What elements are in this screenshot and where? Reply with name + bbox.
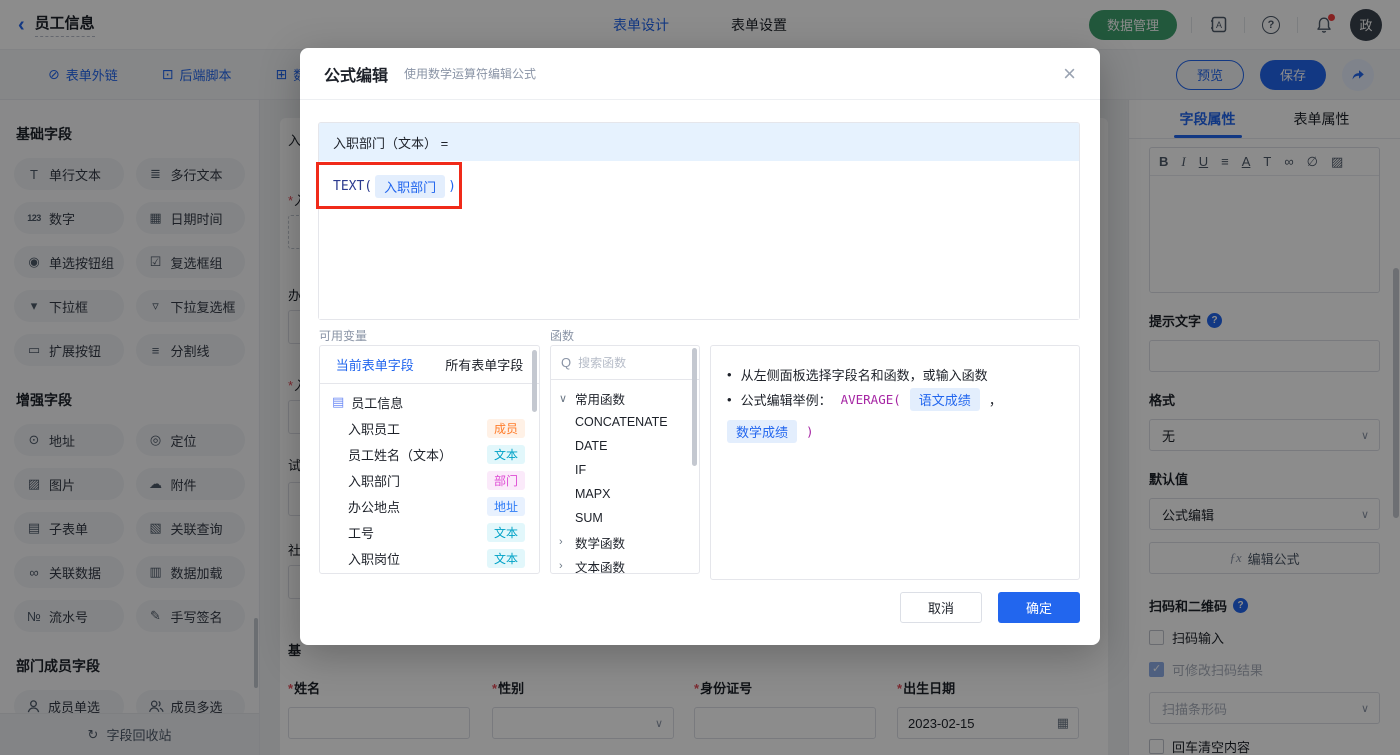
formula-target: 入职部门（文本） =	[319, 123, 1079, 161]
field-type-tag: 文本	[486, 522, 525, 542]
functions-label: 函数	[550, 329, 575, 343]
tip-example-prefix: 公式编辑举例：	[740, 393, 832, 408]
tip-example-comma: ，	[988, 393, 1002, 408]
formula-close-paren: )	[448, 179, 456, 194]
tip-example-chip: 数学成绩	[727, 420, 798, 443]
function-item[interactable]: SUM	[551, 506, 699, 530]
field-type-tag: 文本	[486, 444, 525, 464]
chevron-down-icon: ∨	[559, 392, 568, 405]
formula-tips: • 从左侧面板选择字段名和函数，或输入函数 • 公式编辑举例： AVERAGE(…	[710, 345, 1080, 580]
cancel-button[interactable]: 取消	[900, 592, 982, 623]
functions-scrollbar[interactable]	[692, 348, 697, 466]
function-group-common[interactable]: ∨ 常用函数	[551, 386, 699, 410]
variable-row[interactable]: 入职岗位 文本	[320, 545, 539, 571]
bullet: •	[727, 392, 732, 407]
app-window: ‹ 员工信息 表单设计 表单设置 数据管理 A ? 政 ⊘ 表单外链 ⊡ 后端脚…	[0, 0, 1400, 755]
field-type-tag: 文本	[486, 548, 525, 568]
function-item[interactable]: CONCATENATE	[551, 410, 699, 434]
function-item[interactable]: DATE	[551, 434, 699, 458]
variable-row[interactable]: 办公地点 地址	[320, 493, 539, 519]
function-item[interactable]: MAPX	[551, 482, 699, 506]
tip-example-chip: 语文成绩	[909, 388, 980, 411]
variable-row[interactable]: 工号 文本	[320, 519, 539, 545]
tip-example-function: AVERAGE(	[840, 392, 901, 407]
function-group-text[interactable]: › 文本函数	[551, 554, 699, 573]
modal-subtitle: 使用数学运算符编辑公式	[404, 67, 537, 81]
chevron-right-icon: ›	[559, 560, 563, 572]
formula-field-chip[interactable]: 入职部门	[375, 175, 446, 198]
formula-editor-modal: 公式编辑 使用数学运算符编辑公式 × 入职部门（文本） = TEXT( 入职部门…	[300, 48, 1100, 645]
tab-all-form-fields[interactable]: 所有表单字段	[430, 346, 540, 383]
functions-panel: Q ∨ 常用函数 CONCATENATE DATE IF MAPX SUM › …	[550, 345, 700, 574]
function-search[interactable]: Q	[551, 346, 699, 380]
formula-editor-box: 入职部门（文本） = TEXT( 入职部门 )	[318, 122, 1080, 320]
field-type-tag: 成员	[486, 418, 525, 438]
variables-label: 可用变量	[319, 329, 368, 343]
variable-row[interactable]: 入职员工 成员	[320, 415, 539, 441]
field-type-tag: 部门	[486, 470, 525, 490]
form-tree-root[interactable]: ▤ 员工信息	[320, 389, 539, 415]
variable-row[interactable]: 员工姓名（文本） 文本	[320, 441, 539, 467]
formula-input-area[interactable]: TEXT( 入职部门 )	[319, 161, 1079, 319]
tip-example-close-paren: )	[806, 424, 814, 439]
field-type-tag: 地址	[486, 496, 525, 516]
bullet: •	[727, 366, 732, 382]
form-doc-icon: ▤	[332, 394, 345, 409]
variables-scrollbar[interactable]	[532, 350, 537, 412]
tip-line-1: 从左侧面板选择字段名和函数，或输入函数	[740, 367, 988, 383]
close-icon[interactable]: ×	[1063, 62, 1076, 85]
function-group-math[interactable]: › 数学函数	[551, 530, 699, 554]
variables-panel: 当前表单字段 所有表单字段 ▤ 员工信息 入职员工 成员 员工姓名（文本） 文本…	[319, 345, 540, 574]
confirm-button[interactable]: 确定	[998, 592, 1080, 623]
search-icon: Q	[561, 355, 572, 370]
formula-function-text: TEXT(	[333, 179, 373, 194]
variable-row[interactable]: 入职部门 部门	[320, 467, 539, 493]
function-item[interactable]: IF	[551, 458, 699, 482]
chevron-right-icon: ›	[559, 536, 563, 548]
tab-current-form-fields[interactable]: 当前表单字段	[320, 346, 430, 383]
modal-title: 公式编辑	[324, 67, 389, 85]
function-search-input[interactable]	[578, 355, 679, 370]
